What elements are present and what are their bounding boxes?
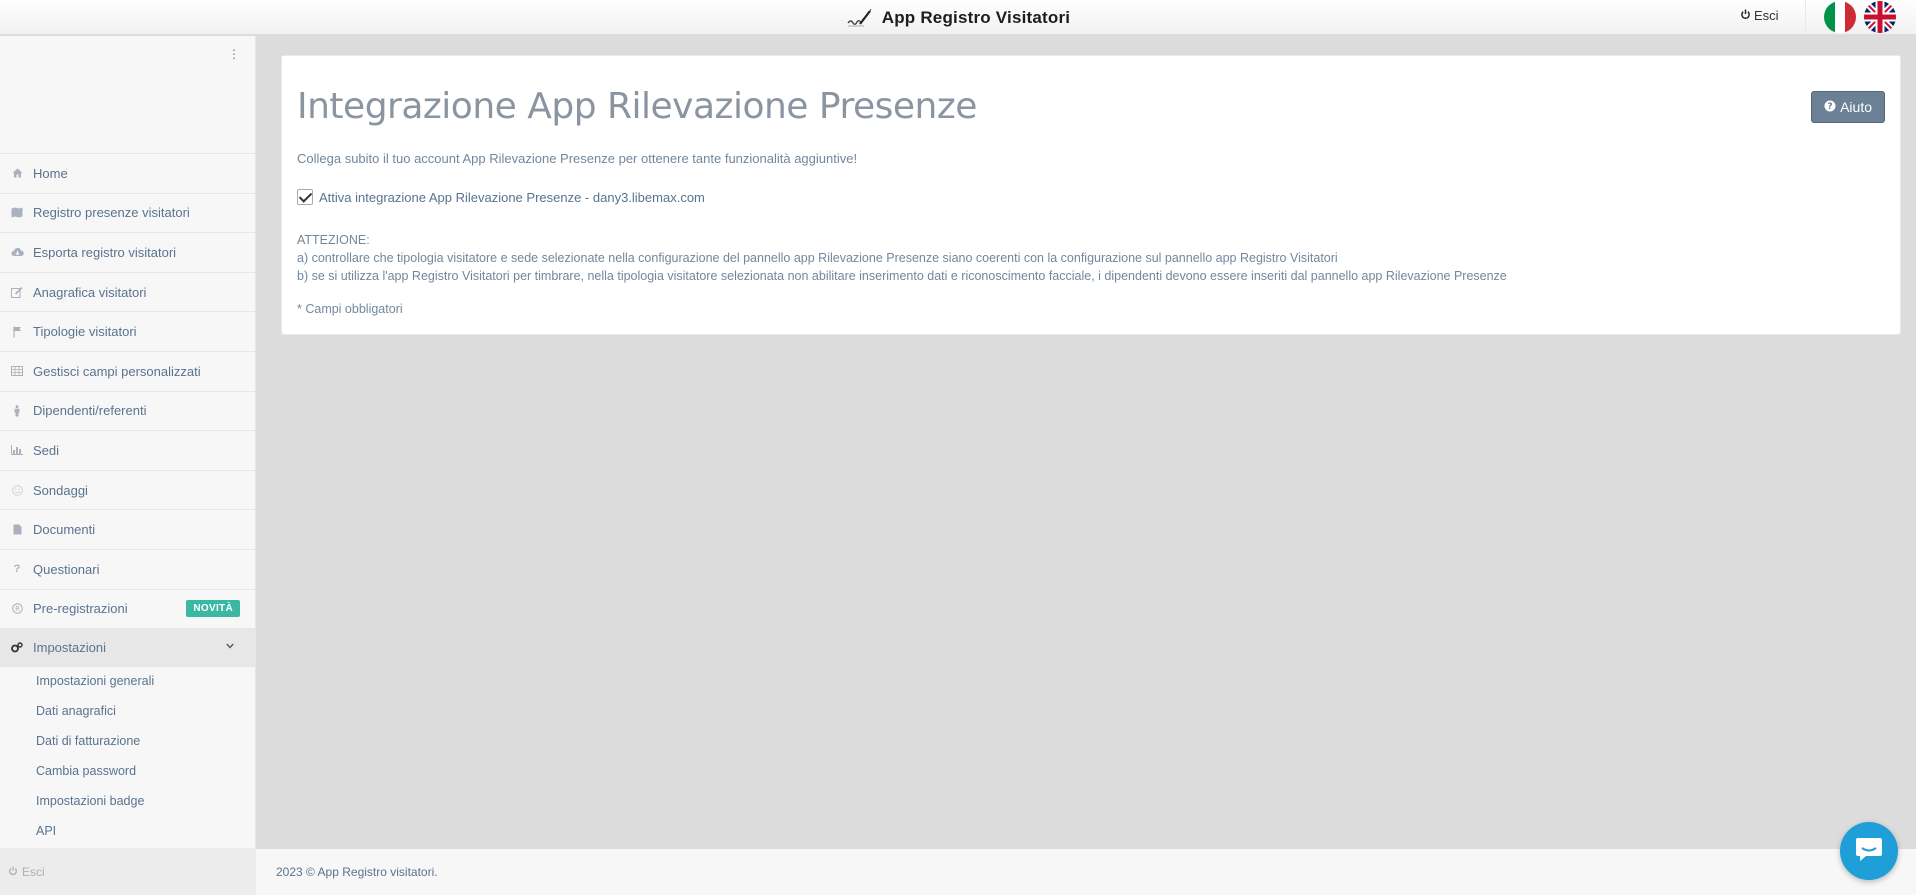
integration-checkbox-label[interactable]: Attiva integrazione App Rilevazione Pres… <box>319 190 705 205</box>
english-flag-icon[interactable] <box>1864 1 1896 33</box>
signature-logo-icon <box>846 8 872 28</box>
page-title: Integrazione App Rilevazione Presenze <box>297 86 977 127</box>
sidebar-item-label: Dipendenti/referenti <box>33 403 147 419</box>
sidebar-profile-area: ⋮ <box>0 36 256 154</box>
intro-text: Collega subito il tuo account App Rileva… <box>297 151 858 166</box>
table-icon <box>10 364 24 378</box>
submenu-item-api[interactable]: API <box>0 816 256 846</box>
new-badge: NOVITÀ <box>186 599 240 617</box>
chat-bubble-icon <box>1854 835 1884 868</box>
integration-checkbox[interactable] <box>297 189 313 205</box>
sidebar-item-questionari[interactable]: ? Questionari <box>0 550 256 590</box>
app-title: App Registro Visitatori <box>881 7 1071 27</box>
navbar-divider <box>1805 0 1806 35</box>
sidebar-item-sondaggi[interactable]: Sondaggi <box>0 471 256 511</box>
help-button-label: Aiuto <box>1840 99 1872 115</box>
warning-point-b: b) se si utilizza l'app Registro Visitat… <box>297 269 1507 283</box>
sidebar-item-campi-personalizzati[interactable]: Gestisci campi personalizzati <box>0 352 256 392</box>
sidebar-item-label: Gestisci campi personalizzati <box>33 363 201 379</box>
svg-text:?: ? <box>1827 102 1832 112</box>
sidebar-item-documenti[interactable]: Documenti <box>0 510 256 550</box>
chat-button[interactable] <box>1840 822 1898 880</box>
warning-title: ATTEZIONE: <box>297 233 370 247</box>
logout-label: Esci <box>1754 8 1779 23</box>
sidebar-item-label: Home <box>33 165 68 181</box>
sidebar-item-registro-presenze[interactable]: Registro presenze visitatori <box>0 194 256 234</box>
sidebar-item-impostazioni[interactable]: Impostazioni <box>0 629 256 668</box>
sidebar-item-label: Pre-registrazioni <box>33 601 128 617</box>
sidebar-item-sedi[interactable]: Sedi <box>0 431 256 471</box>
sidebar-item-tipologie[interactable]: Tipologie visitatori <box>0 312 256 352</box>
map-icon <box>10 206 24 220</box>
logout-link[interactable]: Esci <box>1740 8 1779 23</box>
sidebar-item-home[interactable]: Home <box>0 154 256 194</box>
brand: App Registro Visitatori <box>0 0 1916 35</box>
sidebar-item-anagrafica[interactable]: Anagrafica visitatori <box>0 273 256 313</box>
cogs-icon <box>10 641 24 655</box>
sidebar-item-label: Anagrafica visitatori <box>33 284 147 300</box>
sidebar-item-dipendenti[interactable]: Dipendenti/referenti <box>0 392 256 432</box>
registered-icon: R <box>10 602 24 616</box>
submenu-item-impostazioni-badge[interactable]: Impostazioni badge <box>0 786 256 816</box>
sidebar-item-pre-registrazioni[interactable]: R Pre-registrazioni NOVITÀ <box>0 590 256 630</box>
sidebar-item-label: Tipologie visitatori <box>33 324 137 340</box>
sidebar-logout-label: Esci <box>22 864 45 879</box>
question-circle-icon: ? <box>1824 99 1836 115</box>
flag-icon <box>10 325 24 339</box>
sidebar-item-label: Documenti <box>33 522 96 538</box>
sidebar-item-label: Esporta registro visitatori <box>33 244 177 260</box>
sidebar-item-label: Sondaggi <box>33 482 88 498</box>
edit-icon <box>10 285 24 299</box>
sidebar: ⋮ Home Registro presenze visitatori Espo… <box>0 36 256 895</box>
sidebar-menu: Home Registro presenze visitatori Esport… <box>0 154 256 668</box>
power-icon <box>1740 8 1751 23</box>
vertical-ellipsis-icon[interactable]: ⋮ <box>228 46 240 62</box>
integration-toggle-row: Attiva integrazione App Rilevazione Pres… <box>297 189 705 205</box>
sidebar-item-label: Sedi <box>33 442 60 458</box>
submenu-item-dati-anagrafici[interactable]: Dati anagrafici <box>0 696 256 726</box>
file-icon <box>10 523 24 537</box>
sidebar-item-label: Registro presenze visitatori <box>33 205 190 221</box>
sidebar-item-label: Impostazioni <box>33 640 106 656</box>
power-icon <box>8 865 18 879</box>
page-footer: 2023 © App Registro visitatori. <box>256 849 1916 895</box>
top-navbar: App Registro Visitatori Esci <box>0 0 1916 35</box>
warning-block: ATTEZIONE: a) controllare che tipologia … <box>297 231 1507 285</box>
integration-panel: Integrazione App Rilevazione Presenze ? … <box>281 55 1901 335</box>
copyright-text: 2023 © App Registro visitatori. <box>276 865 438 879</box>
submenu-item-cambia-password[interactable]: Cambia password <box>0 756 256 786</box>
smile-icon <box>10 483 24 497</box>
submenu-item-dati-fatturazione[interactable]: Dati di fatturazione <box>0 726 256 756</box>
sidebar-item-label: Questionari <box>33 561 100 577</box>
chevron-down-icon <box>226 641 234 652</box>
settings-submenu: Impostazioni generali Dati anagrafici Da… <box>0 666 256 846</box>
sidebar-logout[interactable]: Esci <box>0 848 256 895</box>
cloud-download-icon <box>10 245 24 259</box>
question-icon: ? <box>13 563 21 576</box>
required-fields-note: * Campi obbligatori <box>297 302 403 316</box>
italian-flag-icon[interactable] <box>1824 1 1856 33</box>
help-button[interactable]: ? Aiuto <box>1811 91 1885 123</box>
warning-point-a: a) controllare che tipologia visitatore … <box>297 251 1338 265</box>
sidebar-item-esporta-registro[interactable]: Esporta registro visitatori <box>0 233 256 273</box>
svg-text:R: R <box>15 605 20 613</box>
home-icon <box>10 166 24 180</box>
male-icon <box>10 404 24 418</box>
bar-chart-icon <box>10 443 24 457</box>
submenu-item-impostazioni-generali[interactable]: Impostazioni generali <box>0 666 256 696</box>
